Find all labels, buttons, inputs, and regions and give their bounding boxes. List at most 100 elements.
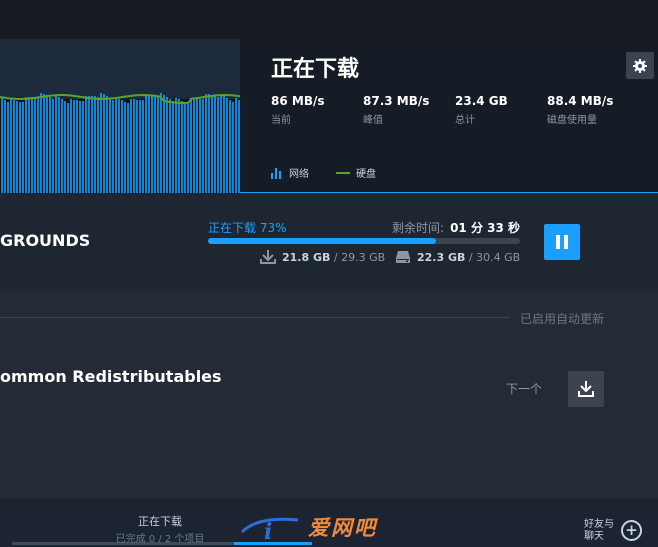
network-bar	[19, 102, 21, 193]
network-bar	[10, 99, 12, 193]
network-bar	[37, 98, 39, 193]
disk-line-icon	[336, 171, 350, 174]
network-bar	[58, 97, 60, 193]
legend-disk-label: 硬盘	[356, 169, 376, 180]
download-icon	[578, 381, 594, 397]
network-bar	[130, 99, 132, 193]
network-bar	[67, 103, 69, 193]
remaining-time-value: 01 分 33 秒	[450, 221, 520, 235]
network-bar	[82, 101, 84, 193]
download-queue: 已启用自动更新 ommon Redistributables 下一个	[0, 289, 658, 499]
network-bar	[106, 96, 108, 193]
add-friend-icon[interactable]: +	[621, 520, 642, 541]
network-bar	[214, 96, 216, 193]
network-bar	[202, 99, 204, 193]
network-bar	[34, 97, 36, 193]
network-bar	[55, 95, 57, 193]
watermark-swoosh-icon: i	[240, 517, 299, 542]
network-bar	[172, 101, 174, 193]
active-download-row: GROUNDS 正在下载 73% 剩余时间: 01 分 33 秒 21.8 GB …	[0, 194, 658, 289]
network-bar	[220, 94, 222, 193]
legend-network-label: 网络	[289, 169, 309, 180]
network-bar	[73, 100, 75, 193]
network-bar	[133, 99, 135, 193]
network-bar	[169, 99, 171, 193]
network-bar	[223, 96, 225, 193]
network-bar	[181, 101, 183, 193]
network-bar	[145, 95, 147, 193]
footer-status-title: 正在下载	[138, 515, 182, 528]
progress-bar-fill	[208, 238, 436, 244]
stat-current-value: 86 MB/s	[271, 94, 325, 108]
network-bar	[151, 95, 153, 193]
bandwidth-graph	[0, 39, 240, 193]
network-bar	[88, 96, 90, 193]
network-bar	[109, 98, 111, 193]
network-bar	[43, 94, 45, 193]
legend-disk: 硬盘	[336, 165, 376, 180]
network-bar	[187, 103, 189, 193]
install-total: / 30.4 GB	[468, 250, 521, 264]
network-bar	[142, 100, 144, 193]
hard-drive-icon	[396, 251, 410, 263]
network-bar	[46, 95, 48, 193]
network-bar	[70, 99, 72, 193]
network-bar	[103, 94, 105, 193]
network-bar	[124, 102, 126, 193]
network-bar	[22, 102, 24, 193]
network-bar	[31, 97, 33, 193]
network-bar	[178, 99, 180, 193]
network-bar	[28, 97, 30, 193]
start-download-button[interactable]	[568, 371, 604, 407]
legend-network: 网络	[271, 165, 309, 180]
progress-label: 正在下载 73%	[208, 221, 287, 235]
network-bar	[7, 102, 9, 193]
network-bar	[94, 96, 96, 193]
network-bar	[85, 96, 87, 193]
download-size: 21.8 GB / 29.3 GB	[260, 250, 385, 264]
friends-chat-line2: 聊天	[584, 531, 604, 542]
stat-current: 86 MB/s 当前	[271, 94, 325, 126]
network-bar	[64, 101, 66, 193]
pause-icon-bar-left	[556, 235, 560, 249]
network-bar	[175, 98, 177, 193]
network-bar	[139, 100, 141, 193]
active-game-title[interactable]: GROUNDS	[0, 231, 90, 250]
footer-progress-fill	[234, 542, 312, 545]
network-bar	[118, 99, 120, 193]
network-bar	[163, 95, 165, 193]
network-bar	[76, 100, 78, 193]
network-bar	[235, 98, 237, 193]
network-bar	[40, 93, 42, 193]
next-label: 下一个	[506, 382, 543, 396]
network-bar	[193, 99, 195, 193]
network-bar	[229, 100, 231, 193]
network-bar	[154, 96, 156, 193]
watermark-logo: i 爱网吧	[240, 512, 377, 542]
download-icon	[260, 250, 276, 264]
stat-disk-label: 磁盘使用量	[547, 115, 597, 126]
stat-peak: 87.3 MB/s 峰值	[363, 94, 429, 126]
pause-button[interactable]	[544, 224, 580, 260]
network-bar	[121, 100, 123, 193]
settings-button[interactable]	[626, 52, 654, 79]
progress-bar	[208, 238, 520, 244]
network-bar	[25, 97, 27, 193]
gear-icon	[633, 58, 647, 73]
queue-divider	[0, 317, 510, 318]
network-bar	[1, 98, 3, 193]
footer-download-status[interactable]: 正在下载 已完成 0 / 2 个项目	[110, 513, 210, 545]
queued-item-title[interactable]: ommon Redistributables	[0, 367, 222, 386]
network-bar	[148, 95, 150, 193]
graph-background-image	[0, 39, 240, 99]
friends-chat-label[interactable]: 好友与 聊天	[584, 519, 620, 543]
download-total: / 29.3 GB	[333, 250, 386, 264]
stat-total: 23.4 GB 总计	[455, 94, 508, 126]
network-bar	[190, 98, 192, 193]
pause-icon-bar-right	[564, 235, 568, 249]
installed-amount: 22.3 GB	[417, 250, 466, 264]
top-bar	[0, 0, 658, 39]
stat-total-label: 总计	[455, 115, 475, 126]
network-bar	[16, 101, 18, 193]
network-bar	[52, 99, 54, 193]
